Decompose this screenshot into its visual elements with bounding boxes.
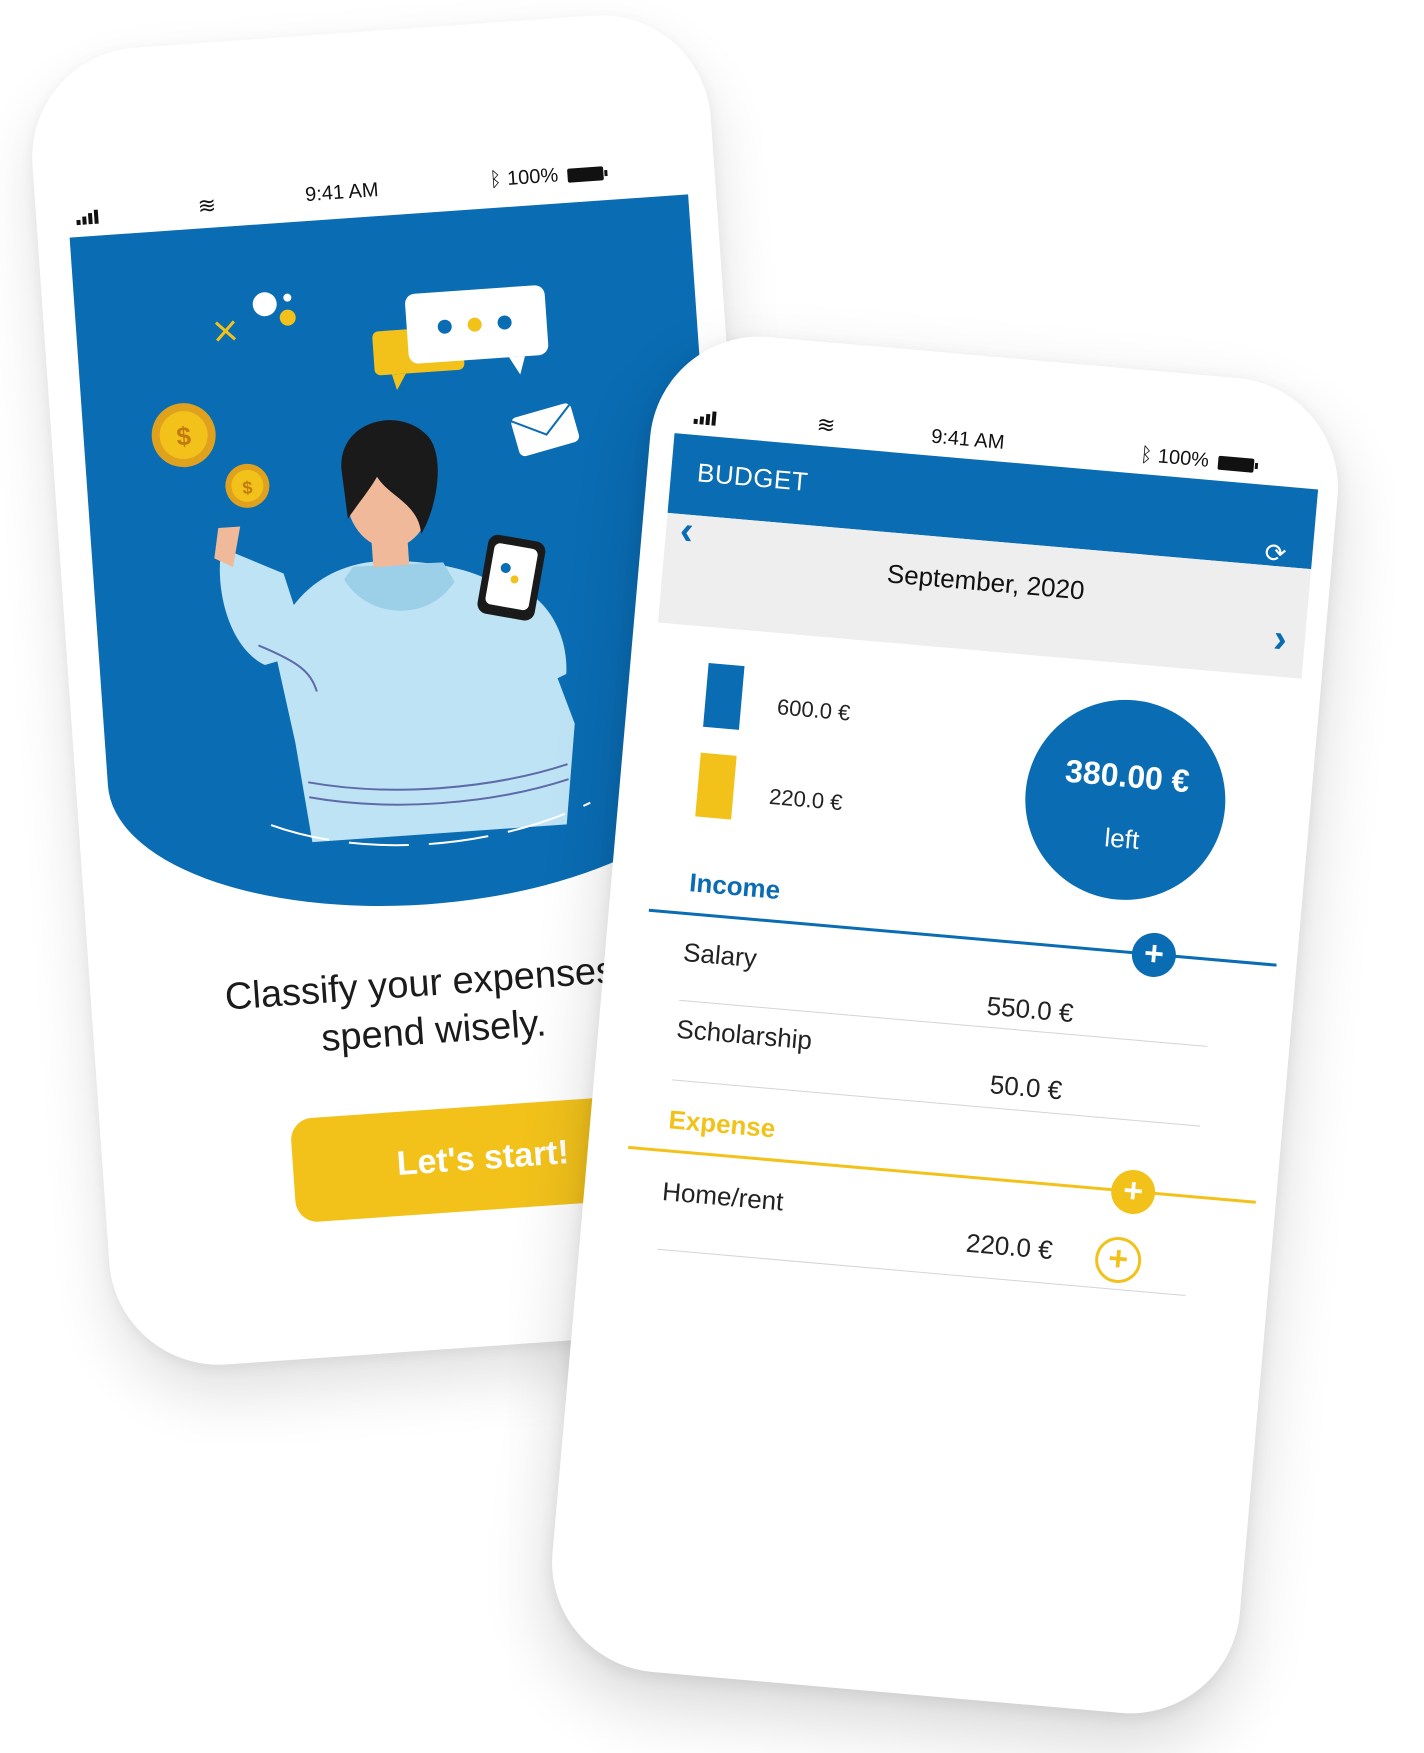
chevron-right-icon[interactable]: › xyxy=(1272,616,1289,662)
income-row-value: 50.0 € xyxy=(988,1069,1064,1106)
close-sparkle-icon xyxy=(214,320,237,342)
status-time: 9:41 AM xyxy=(304,179,380,207)
signal-icon xyxy=(76,207,100,231)
income-total-bar xyxy=(703,663,745,730)
add-expense-item-icon[interactable]: + xyxy=(1093,1235,1144,1285)
status-battery: ᛒ 100% xyxy=(1139,444,1255,477)
add-expense-button[interactable]: + xyxy=(1109,1168,1157,1216)
expense-row-label: Home/rent xyxy=(661,1176,785,1217)
chat-bubble-icon xyxy=(372,285,549,391)
dot-icon xyxy=(279,309,296,326)
remaining-amount: 380.00 € xyxy=(1063,752,1192,800)
bluetooth-icon: ᛒ xyxy=(1139,443,1154,467)
app-title: BUDGET xyxy=(695,457,810,497)
income-section-title: Income xyxy=(688,867,782,906)
income-row-label: Scholarship xyxy=(675,1013,814,1056)
coin-icon: $ xyxy=(151,403,216,468)
expense-row-value: 220.0 € xyxy=(964,1227,1054,1266)
wifi-icon: ≋ xyxy=(815,411,837,439)
income-row-value: 550.0 € xyxy=(985,990,1075,1029)
expense-total-bar xyxy=(695,752,737,820)
income-total-value: 600.0 € xyxy=(776,694,852,726)
wifi-icon: ≋ xyxy=(196,192,217,219)
remaining-label: left xyxy=(1103,822,1141,856)
remaining-balance: 380.00 € left xyxy=(1016,691,1234,909)
income-row-label: Salary xyxy=(682,936,759,974)
svg-text:$: $ xyxy=(175,421,192,452)
status-battery: ᛒ 100% xyxy=(489,161,605,192)
budget-phone: ≋ 9:41 AM ᛒ 100% BUDGET ⟳ ‹ September, 2… xyxy=(542,327,1348,1723)
coin-icon: $ xyxy=(225,463,270,508)
svg-text:$: $ xyxy=(242,478,253,499)
status-time: 9:41 AM xyxy=(930,425,1006,454)
bluetooth-icon: ᛒ xyxy=(488,168,503,192)
expense-total-value: 220.0 € xyxy=(768,783,844,816)
signal-icon xyxy=(693,407,717,432)
battery-icon xyxy=(1217,455,1255,473)
dot-icon xyxy=(252,292,277,317)
expense-section-title: Expense xyxy=(667,1104,777,1144)
battery-icon xyxy=(567,165,605,183)
add-income-button[interactable]: + xyxy=(1130,931,1178,979)
mail-icon xyxy=(510,403,580,457)
